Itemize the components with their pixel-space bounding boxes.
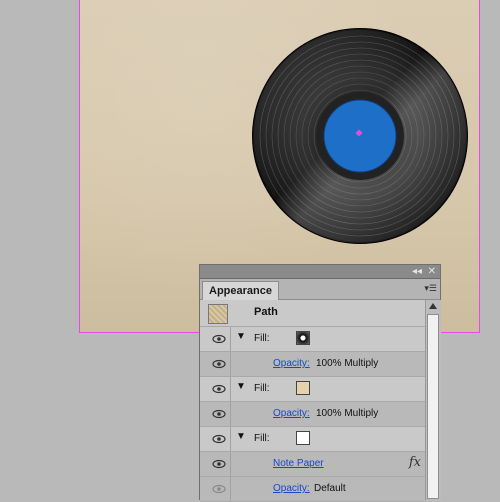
vinyl-record-artwork[interactable]	[250, 26, 470, 246]
visibility-eye-icon[interactable]	[212, 359, 226, 369]
list-item-fill-1[interactable]: ▼ Fill:	[200, 327, 425, 352]
opacity-link[interactable]: Opacity:	[273, 358, 310, 369]
column-divider	[230, 477, 231, 501]
visibility-eye-icon[interactable]	[212, 334, 226, 344]
scroll-up-arrow-icon[interactable]	[429, 303, 437, 309]
record-label	[323, 99, 397, 173]
close-panel-icon[interactable]: ✕	[428, 265, 436, 278]
visibility-eye-icon[interactable]	[212, 484, 226, 494]
path-thumbnail-icon	[208, 304, 228, 324]
opacity-link[interactable]: Opacity:	[273, 408, 310, 419]
column-divider	[230, 427, 231, 451]
fill-label: Fill:	[254, 333, 270, 344]
fx-icon[interactable]: fx	[409, 455, 421, 470]
list-item-opacity-3: Opacity: Default	[200, 477, 425, 502]
appearance-list: Path ▼ Fill: Opacity: 100% Multiply ▼ Fi…	[200, 300, 425, 502]
list-item-opacity-1: Opacity: 100% Multiply	[200, 352, 425, 377]
expand-triangle-icon[interactable]: ▼	[236, 331, 246, 342]
visibility-eye-icon[interactable]	[212, 384, 226, 394]
fill-swatch-white[interactable]	[296, 431, 310, 445]
panel-scrollbar[interactable]	[425, 300, 441, 500]
scrollbar-thumb[interactable]	[427, 314, 439, 499]
expand-triangle-icon[interactable]: ▼	[236, 431, 246, 442]
column-divider	[230, 452, 231, 476]
panel-tabbar: Appearance ▾☰	[200, 279, 440, 300]
panel-menu-icon[interactable]: ▾☰	[424, 283, 437, 294]
visibility-eye-icon[interactable]	[212, 459, 226, 469]
collapse-panel-icon[interactable]: ◂◂	[412, 265, 422, 278]
fill-label: Fill:	[254, 383, 270, 394]
column-divider	[230, 352, 231, 376]
fill-label: Fill:	[254, 433, 270, 444]
list-item-fill-2[interactable]: ▼ Fill:	[200, 377, 425, 402]
fill-swatch-beige[interactable]	[296, 381, 310, 395]
visibility-eye-icon[interactable]	[212, 434, 226, 444]
note-paper-effect-link[interactable]: Note Paper	[273, 458, 324, 469]
path-header-row[interactable]: Path	[200, 300, 425, 327]
list-item-opacity-2: Opacity: 100% Multiply	[200, 402, 425, 427]
visibility-eye-icon[interactable]	[212, 409, 226, 419]
tab-appearance[interactable]: Appearance	[202, 281, 279, 300]
opacity-value: 100% Multiply	[316, 358, 379, 369]
opacity-link[interactable]: Opacity:	[273, 483, 310, 494]
panel-titlebar[interactable]: ◂◂ ✕	[200, 265, 440, 279]
appearance-panel: ◂◂ ✕ Appearance ▾☰ Path ▼ Fill: Opacity:…	[199, 264, 441, 502]
path-label: Path	[254, 306, 278, 318]
expand-triangle-icon[interactable]: ▼	[236, 381, 246, 392]
opacity-value: 100% Multiply	[316, 408, 379, 419]
column-divider	[230, 402, 231, 426]
list-item-fill-3[interactable]: ▼ Fill:	[200, 427, 425, 452]
fill-swatch-record[interactable]	[296, 331, 310, 345]
column-divider	[230, 327, 231, 351]
column-divider	[230, 377, 231, 401]
opacity-value: Default	[314, 483, 346, 494]
list-item-effect: Note Paper fx	[200, 452, 425, 477]
